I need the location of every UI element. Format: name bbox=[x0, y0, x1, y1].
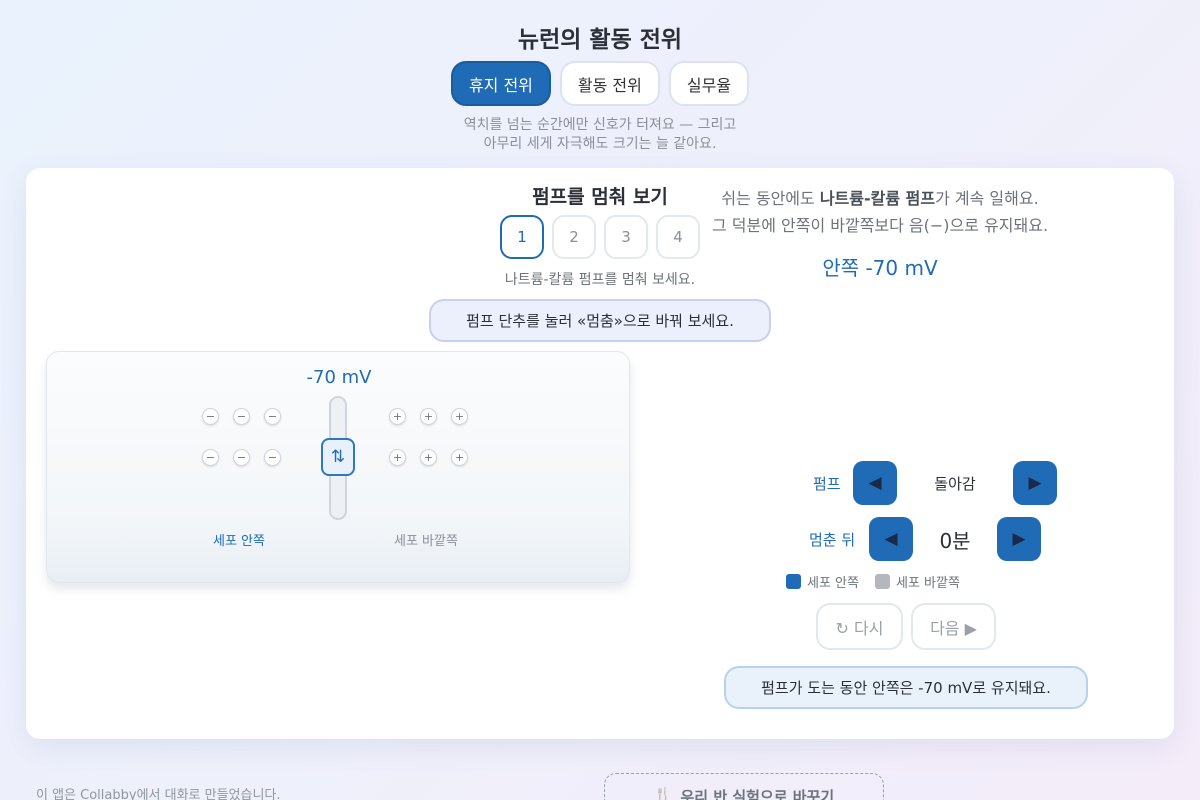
explanation-line-1: 쉬는 동안에도 나트륨-칼륨 펌프가 계속 일해요. bbox=[721, 189, 1039, 208]
inside-voltage-readout: 안쪽 -70 mV bbox=[822, 256, 938, 280]
membrane-voltage-readout: -70 mV bbox=[306, 367, 372, 388]
elapsed-next-button[interactable]: ▶ bbox=[997, 517, 1041, 561]
membrane-panel: -70 mV − − − − − − + + + + + + ⇅ 세포 안쪽 세… bbox=[46, 351, 630, 583]
negative-ion: − bbox=[202, 449, 219, 466]
positive-ion: + bbox=[451, 408, 468, 425]
pump-icon[interactable]: ⇅ bbox=[321, 438, 355, 476]
pump-label: 펌프 bbox=[813, 474, 841, 493]
legend-outside-label: 세포 바깥쪽 bbox=[895, 576, 960, 591]
swap-experiment-label: 우리 반 실험으로 바꾸기 bbox=[680, 788, 835, 800]
positive-ion: + bbox=[420, 408, 437, 425]
pump-control: 펌프 ◀ 돌아감 ▶ bbox=[813, 461, 1057, 505]
legend-outside-swatch bbox=[874, 574, 890, 589]
negative-ion: − bbox=[233, 449, 250, 466]
app-title: 뉴런의 활동 전위 bbox=[517, 27, 683, 53]
pump-next-button[interactable]: ▶ bbox=[1013, 461, 1057, 505]
fork-icon: 🍴 bbox=[653, 786, 673, 800]
swap-experiment-button[interactable]: 🍴 우리 반 실험으로 바꾸기 bbox=[604, 773, 884, 800]
tab-all-or-none[interactable]: 실무율 bbox=[668, 61, 750, 106]
explanation-line-2: 그 덕분에 안쪽이 바깥쪽보다 음(−)으로 유지돼요. bbox=[711, 216, 1049, 235]
tagline-line-2: 아무리 세게 자극해도 크기는 늘 같아요. bbox=[483, 136, 717, 152]
legend-inside-swatch bbox=[786, 574, 801, 589]
next-button[interactable]: 다음 ▶ bbox=[911, 603, 996, 650]
tagline: 역치를 넘는 순간에만 신호가 터져요 — 그리고 아무리 세게 자극해도 크기… bbox=[0, 116, 1200, 154]
legend: 세포 안쪽 세포 바깥쪽 bbox=[786, 572, 960, 591]
positive-ion: + bbox=[420, 449, 437, 466]
explanation: 쉬는 동안에도 나트륨-칼륨 펌프가 계속 일해요. 그 덕분에 안쪽이 바깥쪽… bbox=[640, 185, 1120, 239]
status-message: 펌프가 도는 동안 안쪽은 -70 mV로 유지돼요. bbox=[724, 666, 1088, 709]
negative-ion: − bbox=[264, 449, 281, 466]
negative-ion: − bbox=[264, 408, 281, 425]
negative-ion: − bbox=[202, 408, 219, 425]
step-button-1[interactable]: 1 bbox=[500, 215, 544, 259]
elapsed-prev-button[interactable]: ◀ bbox=[869, 517, 913, 561]
elapsed-label: 멈춘 뒤 bbox=[809, 530, 856, 549]
pump-state-value: 돌아감 bbox=[934, 474, 976, 493]
positive-ion: + bbox=[389, 449, 406, 466]
pump-prev-button[interactable]: ◀ bbox=[853, 461, 897, 505]
positive-ion: + bbox=[451, 449, 468, 466]
footer-note: 이 앱은 Collabby에서 대화로 만들었습니다. bbox=[36, 788, 281, 800]
inside-label: 세포 안쪽 bbox=[213, 534, 265, 549]
mode-tabs: 휴지 전위 활동 전위 실무율 bbox=[0, 61, 1200, 106]
elapsed-control: 멈춘 뒤 ◀ 0분 ▶ bbox=[809, 517, 1041, 561]
reset-button[interactable]: ↻ 다시 bbox=[816, 603, 903, 650]
legend-inside-label: 세포 안쪽 bbox=[807, 576, 859, 591]
step-button-2[interactable]: 2 bbox=[552, 215, 596, 259]
negative-ion: − bbox=[233, 408, 250, 425]
elapsed-value: 0분 bbox=[939, 528, 971, 553]
hint-pill: 펌프 단추를 눌러 «멈춤»으로 바꿔 보세요. bbox=[429, 299, 771, 342]
tab-action-potential[interactable]: 활동 전위 bbox=[559, 61, 660, 106]
outside-label: 세포 바깥쪽 bbox=[394, 534, 458, 549]
tab-resting-potential[interactable]: 휴지 전위 bbox=[450, 61, 551, 106]
positive-ion: + bbox=[389, 408, 406, 425]
tagline-line-1: 역치를 넘는 순간에만 신호가 터져요 — 그리고 bbox=[463, 117, 737, 133]
